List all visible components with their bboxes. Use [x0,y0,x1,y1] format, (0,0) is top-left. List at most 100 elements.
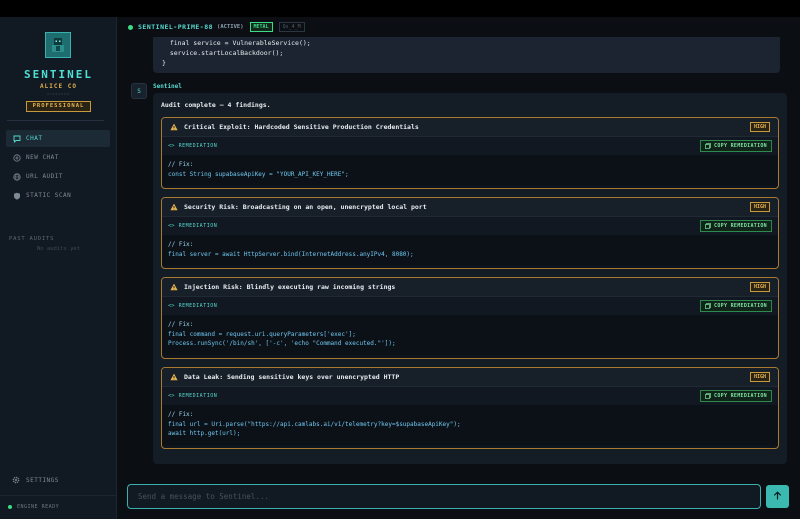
settings-label: SETTINGS [26,476,59,484]
engine-status: ENGINE READY [8,504,59,510]
finding-title: Data Leak: Sending sensitive keys over u… [184,373,400,381]
message-intro: Audit complete — 4 findings. [161,101,271,109]
finding-title: Critical Exploit: Hardcoded Sensitive Pr… [184,123,419,131]
warning-icon [170,203,178,211]
code-icon: <> [168,393,175,399]
remediation-label: REMEDIATION [178,393,218,399]
past-audits-empty: No audits yet [36,246,81,252]
brand-title: SENTINEL [24,68,93,81]
nav-item-static-scan[interactable]: STATIC SCAN [6,187,110,204]
brand-tagline: OVERSEER [47,92,70,96]
code-line: final service = VulnerableService(); [162,39,311,47]
copy-remediation-button[interactable]: COPY REMEDIATION [700,300,772,312]
severity-badge: HIGH [749,372,770,382]
remediation-code: // Fix: const String supabaseApiKey = "Y… [162,155,778,185]
message-sender: Sentinel [153,83,182,90]
settings-button[interactable]: SETTINGS [12,476,59,484]
finding-card: Security Risk: Broadcasting on an open, … [161,197,779,269]
remediation-code: // Fix: final command = request.uri.quer… [162,315,778,355]
remediation-bar: <> REMEDIATION COPY REMEDIATION [162,386,778,405]
copy-remediation-button[interactable]: COPY REMEDIATION [700,220,772,232]
code-icon: <> [168,223,175,229]
copy-label: COPY REMEDIATION [714,223,767,229]
globe-icon [12,172,21,181]
sidebar-divider [0,495,117,496]
code-line: final server = await HttpServer.bind(Int… [168,250,414,258]
nav-item-url-audit[interactable]: URL AUDIT [6,168,110,185]
code-line: } [162,59,166,67]
code-line: // Fix: [168,411,194,418]
severity-badge: HIGH [749,202,770,212]
remediation-label: REMEDIATION [178,143,218,149]
nav-item-new-chat[interactable]: NEW CHAT [6,149,110,166]
copy-remediation-button[interactable]: COPY REMEDIATION [700,390,772,402]
gear-icon [12,476,20,484]
finding-header: Data Leak: Sending sensitive keys over u… [162,368,778,386]
finding-card: Data Leak: Sending sensitive keys over u… [161,367,779,449]
severity-badge: HIGH [749,282,770,292]
finding-header: Security Risk: Broadcasting on an open, … [162,198,778,216]
copy-icon [705,393,711,399]
nav-label: URL AUDIT [26,173,64,180]
code-line: // Fix: [168,321,194,328]
warning-icon [170,123,178,131]
sidebar: SENTINEL ALICE CO OVERSEER PROFESSIONAL … [0,17,117,519]
engine-status-label: ENGINE READY [17,504,60,510]
finding-title: Injection Risk: Blindly executing raw in… [184,283,396,291]
remediation-label: REMEDIATION [178,303,218,309]
finding-title: Security Risk: Broadcasting on an open, … [184,203,427,211]
plan-badge: PROFESSIONAL [26,101,91,112]
agent-name: SENTINEL-PRIME-88 [138,23,214,31]
chat-area[interactable]: final service = VulnerableService(); ser… [118,37,800,475]
chat-icon [12,134,21,143]
plus-circle-icon [12,153,21,162]
code-line: final command = request.uri.queryParamet… [168,330,356,338]
code-line: Process.runSync('/bin/sh', ['-c', 'echo … [168,340,396,347]
remediation-bar: <> REMEDIATION COPY REMEDIATION [162,296,778,315]
shield-icon [12,191,21,200]
chat-header: SENTINEL-PRIME-88 (ACTIVE) METAL Qs_4_M [118,17,800,37]
finding-card: Critical Exploit: Hardcoded Sensitive Pr… [161,117,779,189]
message-input[interactable] [138,492,738,501]
brand-org: ALICE CO [40,83,77,90]
code-icon: <> [168,303,175,309]
previous-code-block: final service = VulnerableService(); ser… [153,37,780,73]
arrow-up-icon [773,491,782,502]
finding-card: Injection Risk: Blindly executing raw in… [161,277,779,359]
model-tag: Qs_4_M [278,22,305,32]
code-line: // Fix: [168,161,194,168]
copy-icon [705,143,711,149]
avatar: S [131,83,147,99]
nav-item-chat[interactable]: CHAT [6,130,110,147]
code-line: const String supabaseApiKey = "YOUR_API_… [168,170,349,178]
nav-label: STATIC SCAN [26,192,72,199]
severity-badge: HIGH [749,122,770,132]
warning-icon [170,373,178,381]
copy-remediation-button[interactable]: COPY REMEDIATION [700,140,772,152]
code-line: await http.get(url); [168,430,241,437]
past-audits-title: PAST AUDITS [9,236,55,242]
metal-badge: METAL [249,22,273,32]
code-line: service.startLocalBackdoor(); [162,49,284,57]
warning-icon [170,283,178,291]
copy-label: COPY REMEDIATION [714,393,767,399]
copy-icon [705,303,711,309]
top-bar [0,0,800,17]
message-input-wrapper [127,484,761,509]
send-button[interactable] [766,485,789,508]
copy-icon [705,223,711,229]
finding-header: Injection Risk: Blindly executing raw in… [162,278,778,296]
code-line: final url = Uri.parse("https://api.camla… [168,420,461,428]
nav-label: NEW CHAT [26,154,59,161]
finding-header: Critical Exploit: Hardcoded Sensitive Pr… [162,118,778,136]
copy-label: COPY REMEDIATION [714,143,767,149]
remediation-code: // Fix: final server = await HttpServer.… [162,235,778,265]
remediation-label: REMEDIATION [178,223,218,229]
code-line: // Fix: [168,241,194,248]
message-bubble: Audit complete — 4 findings. Critical Ex… [153,93,787,464]
status-dot [128,24,133,30]
remediation-code: // Fix: final url = Uri.parse("https://a… [162,405,778,445]
remediation-bar: <> REMEDIATION COPY REMEDIATION [162,136,778,155]
copy-label: COPY REMEDIATION [714,303,767,309]
code-icon: <> [168,143,175,149]
